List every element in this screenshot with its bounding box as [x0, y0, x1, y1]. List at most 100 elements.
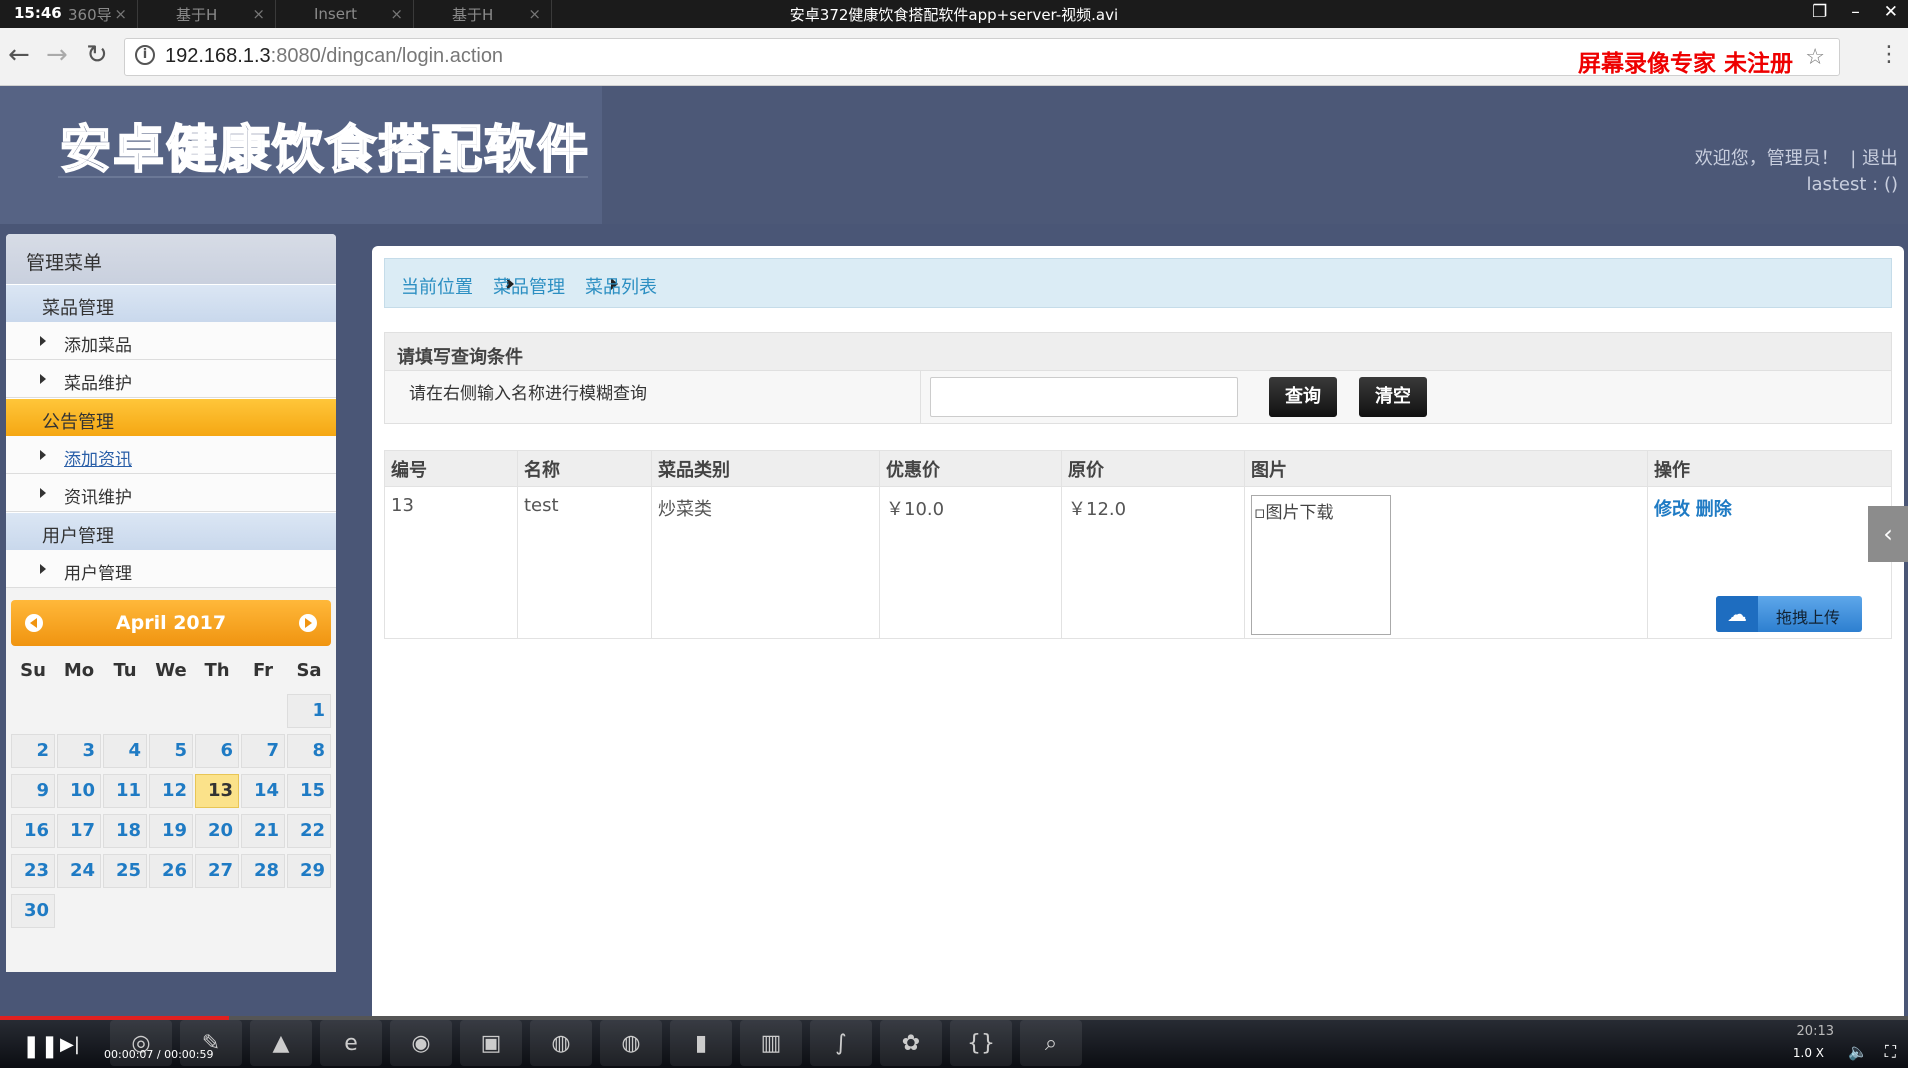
search-button[interactable]: 查询	[1269, 377, 1337, 417]
sidebar-item-maintain-news[interactable]: 资讯维护	[6, 474, 336, 512]
prev-month-icon[interactable]	[25, 614, 43, 632]
cell-image: ▫图片下载	[1244, 486, 1648, 639]
taskbar-apps: ◎ ✎ ▲ e ◉ ▣ ◍ ◍ ▮ ▥ ∫ ✿ {} ⌕	[110, 1020, 1082, 1068]
calendar-day[interactable]: 14	[241, 774, 285, 808]
sidebar-title: 管理菜单	[6, 234, 336, 284]
next-icon[interactable]: ▶|	[60, 1034, 80, 1055]
sidebar-item-user-manage[interactable]: 用户管理	[6, 550, 336, 588]
cell-sale-price: ￥10.0	[879, 486, 1062, 639]
pause-icon[interactable]: ❚❚	[22, 1034, 59, 1059]
calendar-day[interactable]: 8	[287, 734, 331, 768]
calendar-day[interactable]: 19	[149, 814, 193, 848]
calendar-day[interactable]: 28	[241, 854, 285, 888]
sidebar-section-dishes[interactable]: 菜品管理	[6, 284, 336, 322]
calendar-day[interactable]: 4	[103, 734, 147, 768]
url-field[interactable]: i 192.168.1.3:8080/dingcan/login.action …	[124, 38, 1840, 77]
info-icon[interactable]: i	[135, 45, 155, 65]
calendar-day[interactable]: 16	[11, 814, 55, 848]
weekday-label: Sa	[296, 660, 322, 681]
taskbar-app-icon[interactable]: ▲	[250, 1020, 312, 1066]
menu-dots-icon[interactable]: ⋮	[1878, 42, 1900, 67]
taskbar-app-icon[interactable]: ▣	[460, 1020, 522, 1066]
sidebar-item-add-dish[interactable]: 添加菜品	[6, 322, 336, 360]
calendar-day[interactable]: 25	[103, 854, 147, 888]
calendar-day[interactable]: 24	[57, 854, 101, 888]
calendar-day[interactable]: 6	[195, 734, 239, 768]
table-row: 13 test 炒菜类 ￥10.0 ￥12.0 ▫图片下载 修改 删除	[384, 486, 1892, 639]
taskbar-app-icon[interactable]: ◉	[390, 1020, 452, 1066]
sidebar-item-label: 添加资讯	[64, 450, 132, 470]
delete-link[interactable]: 删除	[1696, 499, 1732, 520]
chevron-left-icon[interactable]: ‹	[1868, 506, 1908, 562]
calendar-day[interactable]: 30	[11, 894, 55, 928]
calendar-day[interactable]: 7	[241, 734, 285, 768]
taskbar-app-icon[interactable]: e	[320, 1020, 382, 1066]
minimize-icon[interactable]: –	[1851, 2, 1860, 22]
sidebar-section-notices[interactable]: 公告管理	[6, 398, 336, 436]
calendar-day[interactable]: 26	[149, 854, 193, 888]
cell-original-price: ￥12.0	[1061, 486, 1245, 639]
query-title: 请填写查询条件	[385, 333, 1891, 371]
forward-arrow-icon[interactable]: →	[46, 40, 68, 70]
calendar-day[interactable]: 3	[57, 734, 101, 768]
taskbar-app-icon[interactable]: {}	[950, 1020, 1012, 1066]
sidebar-item-maintain-dish[interactable]: 菜品维护	[6, 360, 336, 398]
cell-name: test	[517, 486, 652, 639]
taskbar-app-icon[interactable]: ✿	[880, 1020, 942, 1066]
close-icon[interactable]: ✕	[1884, 2, 1898, 22]
calendar-day[interactable]: 12	[149, 774, 193, 808]
calendar-day[interactable]: 15	[287, 774, 331, 808]
dish-image-placeholder: ▫图片下载	[1251, 495, 1391, 635]
calendar-day[interactable]: 17	[57, 814, 101, 848]
calendar-blank	[241, 694, 285, 728]
breadcrumb-item[interactable]: 菜品列表	[585, 273, 657, 299]
taskbar-app-icon[interactable]: ◍	[530, 1020, 592, 1066]
query-panel: 请填写查询条件 请在右侧输入名称进行模糊查询 查询 清空	[384, 332, 1892, 424]
next-month-icon[interactable]	[299, 614, 317, 632]
back-arrow-icon[interactable]: ←	[8, 40, 30, 70]
triangle-right-icon	[40, 488, 46, 498]
playback-speed[interactable]: 1.0 X	[1793, 1046, 1824, 1060]
search-input[interactable]	[930, 377, 1238, 417]
calendar-day[interactable]: 23	[11, 854, 55, 888]
dish-table: 编号 名称 菜品类别 优惠价 原价 图片 操作 13 test 炒菜类 ￥10.…	[384, 450, 1892, 639]
url-host: 192.168.1.3	[165, 45, 271, 67]
taskbar-app-icon[interactable]: ⌕	[1020, 1020, 1082, 1066]
calendar-blank	[149, 694, 193, 728]
calendar-day[interactable]: 13	[195, 774, 239, 808]
calendar-day[interactable]: 21	[241, 814, 285, 848]
sidebar-item-add-news[interactable]: 添加资讯	[6, 436, 336, 474]
calendar-day[interactable]: 2	[11, 734, 55, 768]
breadcrumb-item[interactable]: 菜品管理	[493, 273, 565, 299]
reload-icon[interactable]: ↻	[86, 40, 108, 70]
calendar-day[interactable]: 29	[287, 854, 331, 888]
calendar-day[interactable]: 27	[195, 854, 239, 888]
taskbar-app-icon[interactable]: ◍	[600, 1020, 662, 1066]
calendar-day[interactable]: 20	[195, 814, 239, 848]
bookmark-star-icon[interactable]: ☆	[1805, 45, 1825, 70]
breadcrumb-item[interactable]: 当前位置	[401, 273, 473, 299]
edit-link[interactable]: 修改	[1654, 499, 1690, 520]
restore-icon[interactable]: ❐	[1812, 2, 1827, 22]
table-header-row: 编号 名称 菜品类别 优惠价 原价 图片 操作	[384, 450, 1892, 487]
taskbar-app-icon[interactable]: ▮	[670, 1020, 732, 1066]
fullscreen-icon[interactable]: ⛶	[1885, 1042, 1896, 1062]
calendar-day[interactable]: 18	[103, 814, 147, 848]
volume-icon[interactable]: 🔈	[1848, 1042, 1868, 1061]
calendar-day[interactable]: 9	[11, 774, 55, 808]
triangle-right-icon	[40, 450, 46, 460]
calendar-blank	[103, 694, 147, 728]
sidebar-section-users[interactable]: 用户管理	[6, 512, 336, 550]
calendar-day[interactable]: 22	[287, 814, 331, 848]
calendar-day[interactable]: 10	[57, 774, 101, 808]
calendar-day[interactable]: 11	[103, 774, 147, 808]
drag-upload-button[interactable]: ☁ 拖拽上传	[1716, 596, 1862, 632]
clear-button[interactable]: 清空	[1359, 377, 1427, 417]
logout-link[interactable]: | 退出	[1850, 148, 1898, 169]
calendar-day[interactable]: 5	[149, 734, 193, 768]
calendar-blank	[11, 694, 55, 728]
taskbar-app-icon[interactable]: ▥	[740, 1020, 802, 1066]
calendar-day[interactable]: 1	[287, 694, 331, 728]
calendar-grid: Su Mo Tu We Th Fr Sa 1 2 3 4 5 6 7 8 9 10 11 12 13 14…	[11, 654, 331, 928]
taskbar-app-icon[interactable]: ∫	[810, 1020, 872, 1066]
